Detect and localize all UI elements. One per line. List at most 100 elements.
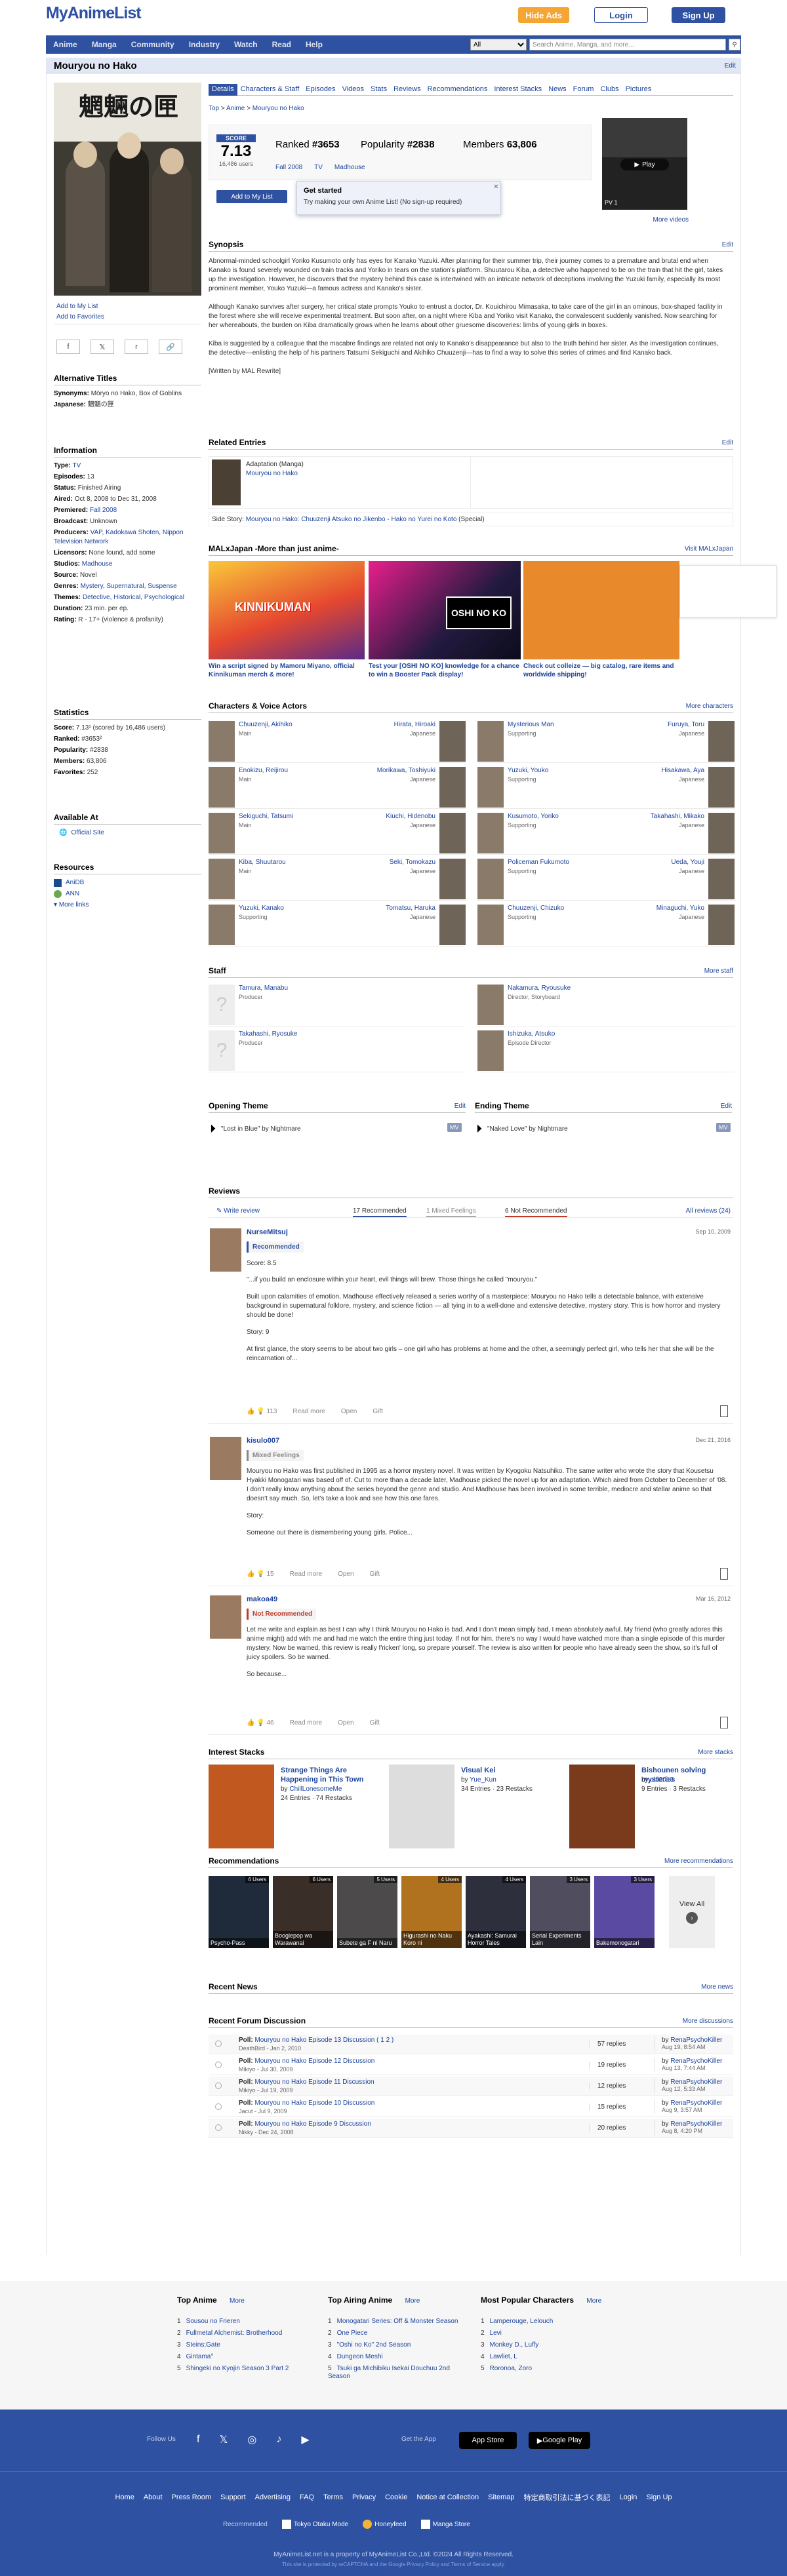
nav-manga[interactable]: Manga [85, 40, 124, 49]
ed-edit-link[interactable]: Edit [721, 1103, 732, 1110]
toplist-item[interactable]: 1 Lamperouge, Lelouch [481, 2318, 618, 2326]
play-icon[interactable]: ⏵ [476, 1122, 482, 1136]
all-reviews-link[interactable]: All reviews (24) [686, 1207, 731, 1215]
open-button[interactable]: Open [341, 1408, 357, 1415]
site-logo[interactable]: MyAnimeList [46, 4, 142, 23]
type-link[interactable]: TV [314, 164, 323, 171]
toplist-item[interactable]: 1 Monogatari Series: Off & Monster Season [328, 2318, 466, 2326]
search-input[interactable]: Search Anime, Manga, and more... [529, 39, 726, 50]
voice-actor-link[interactable]: Seki, Tomokazu [390, 859, 435, 866]
toplist-item[interactable]: 4 Lawliet, L [481, 2353, 618, 2361]
gift-button[interactable]: Gift [370, 1571, 380, 1578]
staff-name-link[interactable]: Ishizuka, Atsuko [508, 1030, 555, 1038]
nav-help[interactable]: Help [298, 40, 330, 49]
character-name-link[interactable]: Enokizu, Reijirou [239, 767, 288, 774]
login-button[interactable]: Login [594, 7, 648, 23]
staff-name-link[interactable]: Takahashi, Ryosuke [239, 1030, 298, 1038]
recommendation-card[interactable]: 4 Users Ayakashi: Samurai Horror Tales [466, 1876, 526, 1948]
toplist-item[interactable]: 5 Shingeki no Kyojin Season 3 Part 2 [177, 2365, 315, 2373]
more-stacks-link[interactable]: More stacks [698, 1749, 733, 1756]
footer-link[interactable]: FAQ [300, 2493, 314, 2501]
voice-actor-image[interactable] [439, 767, 466, 808]
character-image[interactable] [209, 813, 235, 853]
reviewer-avatar[interactable] [210, 1437, 241, 1480]
footer-link[interactable]: Login [619, 2493, 637, 2501]
recommendation-card[interactable]: 4 Users Higurashi no Naku Koro ni [401, 1876, 462, 1948]
reviewer-avatar[interactable] [210, 1228, 241, 1272]
staff-image[interactable] [477, 985, 504, 1025]
filter-mixed[interactable]: 1 Mixed Feelings [426, 1207, 476, 1217]
footer-link[interactable]: Sitemap [488, 2493, 514, 2501]
breadcrumb-anime[interactable]: Anime [226, 105, 245, 112]
more-recs-link[interactable]: More recommendations [664, 1858, 733, 1865]
character-image[interactable] [477, 905, 504, 945]
more-staff-link[interactable]: More staff [704, 967, 733, 975]
add-my-list-link[interactable]: Add to My List [56, 303, 98, 310]
play-icon[interactable]: ⏵ [210, 1122, 216, 1136]
character-image[interactable] [477, 721, 504, 762]
character-name-link[interactable]: Yuzuki, Kanako [239, 905, 284, 912]
x-icon[interactable]: 𝕏 [219, 2433, 228, 2446]
promo-caption-2[interactable]: Test your [OSHI NO KO] knowledge for a c… [369, 662, 521, 679]
ann-link[interactable]: ANN [66, 889, 79, 899]
promo-caption-3[interactable]: Check out colleize — big catalog, rare i… [523, 662, 679, 679]
stack-title[interactable]: Strange Things Are Happening in This Tow… [281, 1766, 379, 1784]
tab-videos[interactable]: Videos [339, 84, 367, 96]
stack-card[interactable]: Bishounen solving mysteries by obl2013 9 E… [569, 1765, 743, 1850]
tab-news[interactable]: News [545, 84, 570, 96]
popup-ad[interactable] [679, 565, 777, 617]
footer-link[interactable]: Home [115, 2493, 134, 2501]
staff-image[interactable] [477, 1030, 504, 1071]
signup-button[interactable]: Sign Up [672, 7, 725, 23]
trailer-thumbnail[interactable]: ▶ Play PV 1 [602, 118, 687, 210]
voice-actor-link[interactable]: Hirata, Hiroaki [394, 721, 435, 728]
voice-actor-link[interactable]: Morikawa, Toshiyuki [377, 767, 435, 774]
voice-actor-link[interactable]: Tomatsu, Haruka [386, 905, 435, 912]
voice-actor-link[interactable]: Furuya, Toru [668, 721, 704, 728]
season-link[interactable]: Fall 2008 [275, 164, 302, 171]
gift-button[interactable]: Gift [373, 1408, 383, 1415]
tab-interest-stacks[interactable]: Interest Stacks [491, 84, 545, 96]
open-button[interactable]: Open [338, 1719, 353, 1727]
write-review-button[interactable]: ✎ Write review [216, 1207, 260, 1215]
character-name-link[interactable]: Chuuzenji, Chizuko [508, 905, 564, 912]
voice-actor-link[interactable]: Kiuchi, Hidenobu [386, 813, 435, 820]
stack-card[interactable]: Strange Things Are Happening in This Tow… [209, 1765, 382, 1850]
tab-episodes[interactable]: Episodes [302, 84, 338, 96]
footer-link[interactable]: Sign Up [646, 2493, 672, 2501]
flag-icon[interactable] [720, 1405, 728, 1417]
ed-mv-badge[interactable]: MV [716, 1123, 731, 1132]
nav-community[interactable]: Community [124, 40, 182, 49]
footer-link[interactable]: 特定商取引法に基づく表記 [523, 2492, 610, 2503]
voice-actor-link[interactable]: Ueda, Youji [671, 859, 704, 866]
footer-link[interactable]: Cookie [385, 2493, 407, 2501]
toplist-item[interactable]: 2 Levi [481, 2330, 618, 2337]
flag-icon[interactable] [720, 1568, 728, 1580]
facebook-icon[interactable]: f [197, 2434, 199, 2446]
character-image[interactable] [477, 767, 504, 808]
hide-ads-button[interactable]: Hide Ads [518, 7, 569, 23]
voice-actor-link[interactable]: Minaguchi, Yuko [656, 905, 704, 912]
toplist-more-link[interactable]: More [405, 2297, 420, 2305]
nav-read[interactable]: Read [265, 40, 298, 49]
character-image[interactable] [477, 813, 504, 853]
op-edit-link[interactable]: Edit [454, 1103, 466, 1110]
character-name-link[interactable]: Kusumoto, Yoriko [508, 813, 559, 820]
read-more-button[interactable]: Read more [293, 1408, 325, 1415]
promo-caption-1[interactable]: Win a script signed by Mamoru Miyano, of… [209, 662, 365, 679]
character-image[interactable] [209, 767, 235, 808]
nav-anime[interactable]: Anime [46, 40, 85, 49]
read-more-button[interactable]: Read more [290, 1719, 322, 1727]
voice-actor-image[interactable] [708, 813, 735, 853]
add-to-list-button[interactable]: Add to My List [216, 190, 287, 203]
voice-actor-image[interactable] [439, 905, 466, 945]
youtube-icon[interactable]: ▶ [301, 2433, 309, 2446]
flag-icon[interactable] [720, 1717, 728, 1728]
topic-title[interactable]: Poll: Mouryou no Hako Episode 12 Discuss… [239, 2058, 374, 2065]
more-characters-link[interactable]: More characters [686, 703, 733, 710]
visit-malxjapan-link[interactable]: Visit MALxJapan [685, 545, 733, 553]
voice-actor-link[interactable]: Hisakawa, Aya [662, 767, 704, 774]
google-play-button[interactable]: ▶ Google Play [529, 2432, 590, 2449]
more-discussions-link[interactable]: More discussions [683, 2018, 733, 2025]
footer-link[interactable]: Support [220, 2493, 246, 2501]
